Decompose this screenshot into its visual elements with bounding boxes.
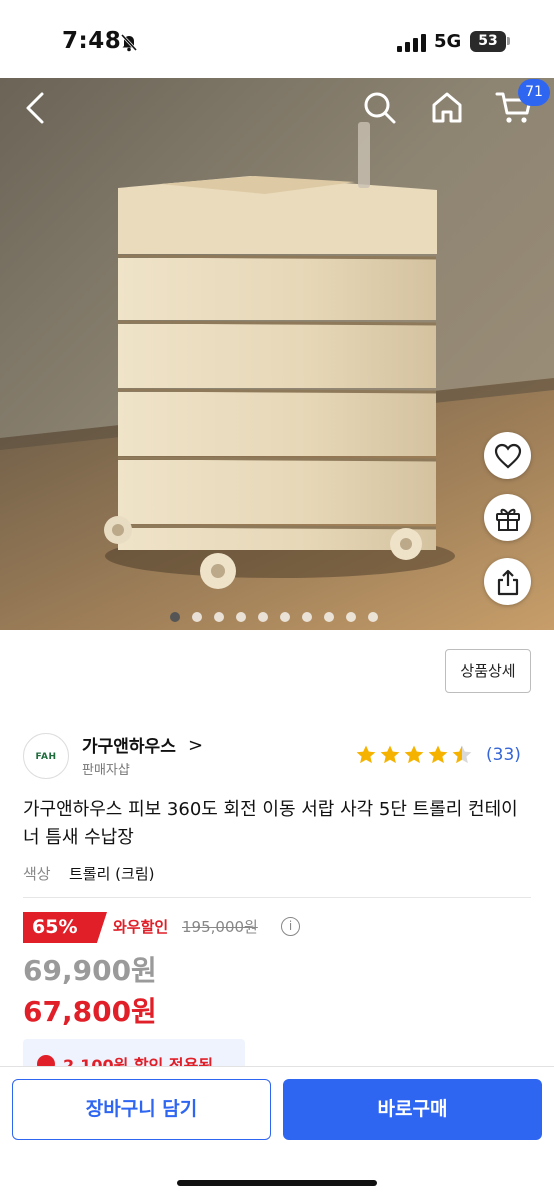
info-icon[interactable]: i [281,917,300,936]
product-detail-button[interactable]: 상품상세 [445,649,531,693]
option-value[interactable]: 트롤리 (크림) [69,863,154,884]
carousel-dot[interactable] [170,612,180,622]
gift-icon [495,508,520,531]
heart-icon [494,443,521,468]
share-button[interactable] [484,558,531,605]
status-bar: 7:48 5G 53 [0,0,554,78]
product-title: 가구앤하우스 피보 360도 회전 이동 서랍 사각 5단 트롤리 컨테이너 틈… [23,799,518,848]
product-photo [0,78,554,630]
seller-name-link[interactable]: 가구앤하우스 [82,732,176,757]
signal-icon [397,34,426,52]
carousel-dot[interactable] [280,612,290,622]
bell-off-icon [120,33,138,52]
wow-discount-label: 와우할인 [113,918,169,936]
carousel-dot[interactable] [302,612,312,622]
carousel-dot[interactable] [258,612,268,622]
wow-price: 69,900원 [23,954,157,987]
battery-tip [507,37,510,45]
product-page: 7:48 5G 53 71 상품상세 FAH 가구앤하우스 > 판매자샵 (33… [0,0,554,1200]
share-icon [497,569,518,595]
carousel-dot[interactable] [324,612,334,622]
star-icon [380,745,400,764]
rating-stars[interactable] [355,744,473,766]
carousel-dot[interactable] [346,612,356,622]
chevron-right-icon[interactable]: > [188,735,203,756]
bottom-action-bar: 장바구니 담기 바로구매 [0,1066,554,1200]
network-label: 5G [434,31,462,52]
buy-now-button[interactable]: 바로구매 [283,1079,542,1140]
option-label: 색상 [23,865,51,883]
seller-logo[interactable]: FAH [23,733,69,779]
product-image-carousel[interactable] [0,78,554,630]
divider [23,897,531,898]
star-icon [404,745,424,764]
like-button[interactable] [484,432,531,479]
review-count-link[interactable]: (33) [486,745,521,765]
final-price: 67,800원 [23,995,157,1028]
battery-icon: 53 [470,31,506,52]
star-icon [356,745,376,764]
status-time: 7:48 [62,28,122,54]
search-icon[interactable] [360,88,398,126]
add-to-cart-button[interactable]: 장바구니 담기 [12,1079,271,1140]
home-indicator [177,1180,377,1186]
star-icon [428,745,448,764]
original-price: 195,000원 [182,918,258,936]
carousel-dot[interactable] [214,612,224,622]
carousel-pagination[interactable] [170,612,378,624]
star-icon [452,745,472,764]
seller-type: 판매자샵 [82,763,130,778]
home-icon[interactable] [428,88,466,126]
carousel-dot[interactable] [192,612,202,622]
carousel-dot[interactable] [368,612,378,622]
gift-button[interactable] [484,494,531,541]
carousel-dot[interactable] [236,612,246,622]
discount-rate-badge: 65% [23,912,107,943]
chevron-left-icon[interactable] [20,90,50,126]
cart-count-badge: 71 [518,79,550,106]
